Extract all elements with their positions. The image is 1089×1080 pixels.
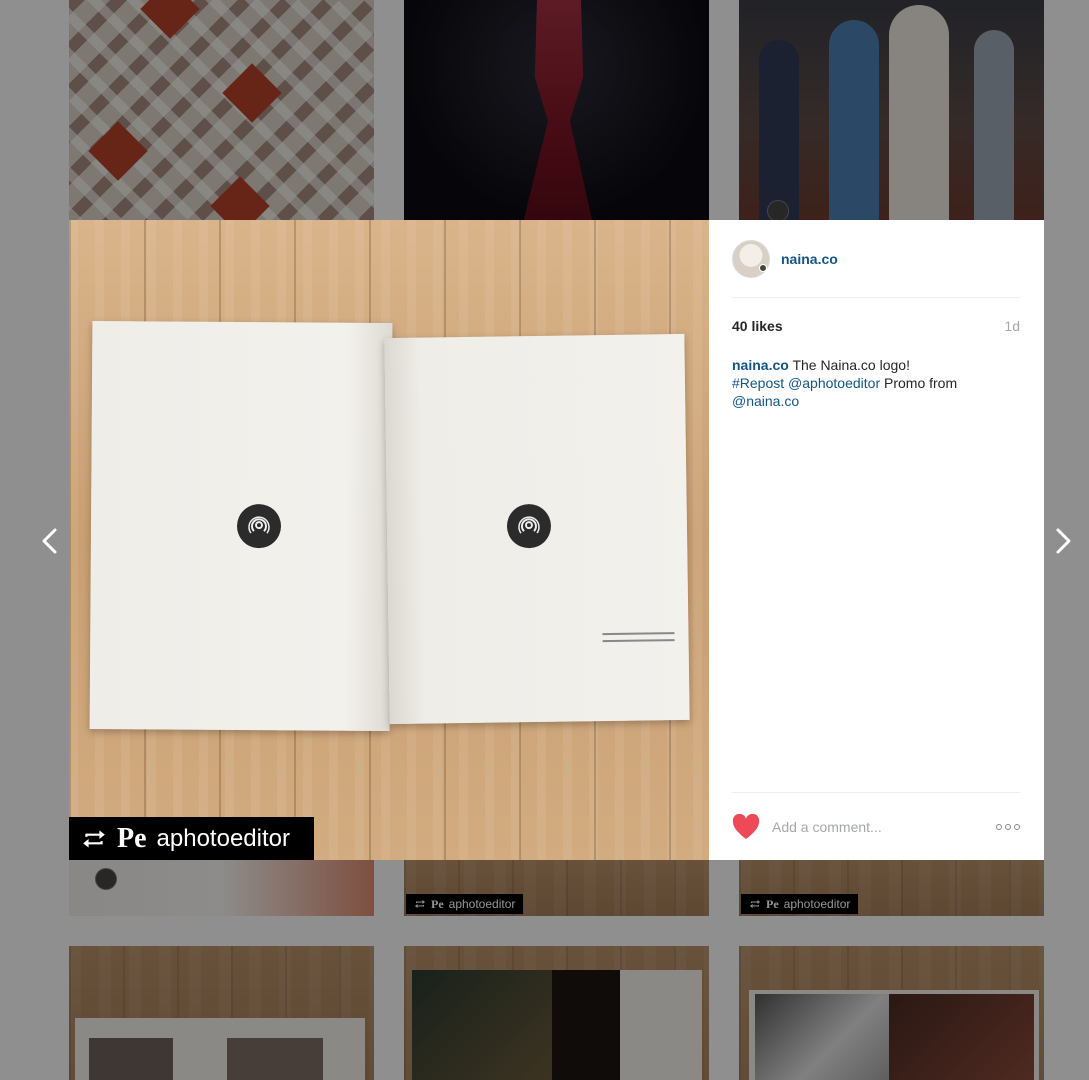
- mention-naina-link[interactable]: @naina.co: [732, 393, 799, 409]
- repost-badge: Pe aphotoeditor: [69, 817, 314, 860]
- likes-count[interactable]: 40 likes: [732, 318, 783, 334]
- badge-handle: aphotoeditor: [783, 897, 851, 911]
- naina-logo-icon: [95, 868, 117, 890]
- mention-aphotoeditor-link[interactable]: @aphotoeditor: [788, 375, 880, 391]
- avatar[interactable]: [732, 239, 770, 278]
- repost-icon: [750, 900, 760, 908]
- chevron-left-icon: [42, 528, 57, 554]
- pe-mark: Pe: [117, 822, 147, 854]
- more-options-icon[interactable]: [996, 824, 1020, 830]
- book-page-right: [384, 333, 690, 725]
- pe-mark: Pe: [766, 896, 779, 911]
- repost-badge-small: Pe aphotoeditor: [741, 894, 859, 914]
- grid-tile-wood-1[interactable]: Pe aphotoeditor: [404, 860, 709, 916]
- credit-text-line: [602, 639, 675, 643]
- grid-tile-event[interactable]: [739, 0, 1044, 220]
- credit-text-line: [602, 632, 675, 636]
- book-page-left: [89, 320, 393, 732]
- post-time[interactable]: 1d: [1004, 318, 1020, 334]
- post-caption: naina.co The Naina.co logo! #Repost @aph…: [732, 356, 982, 410]
- post-details-panel: naina.co 40 likes 1d naina.co The Naina.…: [709, 220, 1044, 860]
- post-stats: 40 likes 1d: [732, 318, 1020, 334]
- post-header: naina.co: [732, 220, 1020, 298]
- comment-input[interactable]: [770, 818, 996, 836]
- grid-tile-fabric[interactable]: [69, 0, 374, 220]
- heart-icon[interactable]: [732, 814, 760, 840]
- hashtag-repost-link[interactable]: #Repost: [732, 375, 784, 391]
- repost-icon: [415, 900, 425, 908]
- previous-post-button[interactable]: [34, 524, 64, 558]
- promo-text: Promo from: [884, 375, 958, 391]
- badge-handle: aphotoeditor: [156, 824, 290, 852]
- grid-tile-book-bride[interactable]: [739, 946, 1044, 1080]
- naina-logo-icon: [767, 200, 789, 220]
- username-link[interactable]: naina.co: [781, 251, 838, 267]
- badge-handle: aphotoeditor: [448, 897, 516, 911]
- grid-tile-book-portrait[interactable]: [404, 946, 709, 1080]
- grid-tile-lower-left[interactable]: [69, 860, 374, 916]
- comment-bar: [732, 792, 1020, 861]
- pe-mark: Pe: [431, 896, 444, 911]
- repost-icon: [83, 829, 105, 848]
- post-image[interactable]: Pe aphotoeditor: [69, 220, 709, 860]
- grid-tile-wood-2[interactable]: Pe aphotoeditor: [739, 860, 1044, 916]
- caption-text: The Naina.co logo!: [792, 357, 910, 373]
- caption-username-link[interactable]: naina.co: [732, 357, 789, 373]
- repost-badge-small: Pe aphotoeditor: [406, 894, 524, 914]
- grid-tile-book-photos[interactable]: [69, 946, 374, 1080]
- grid-tile-red-gown[interactable]: [404, 0, 709, 220]
- next-post-button[interactable]: [1049, 524, 1079, 558]
- naina-logo-icon: [506, 503, 552, 549]
- chevron-right-icon: [1056, 528, 1071, 554]
- naina-logo-icon: [236, 503, 282, 549]
